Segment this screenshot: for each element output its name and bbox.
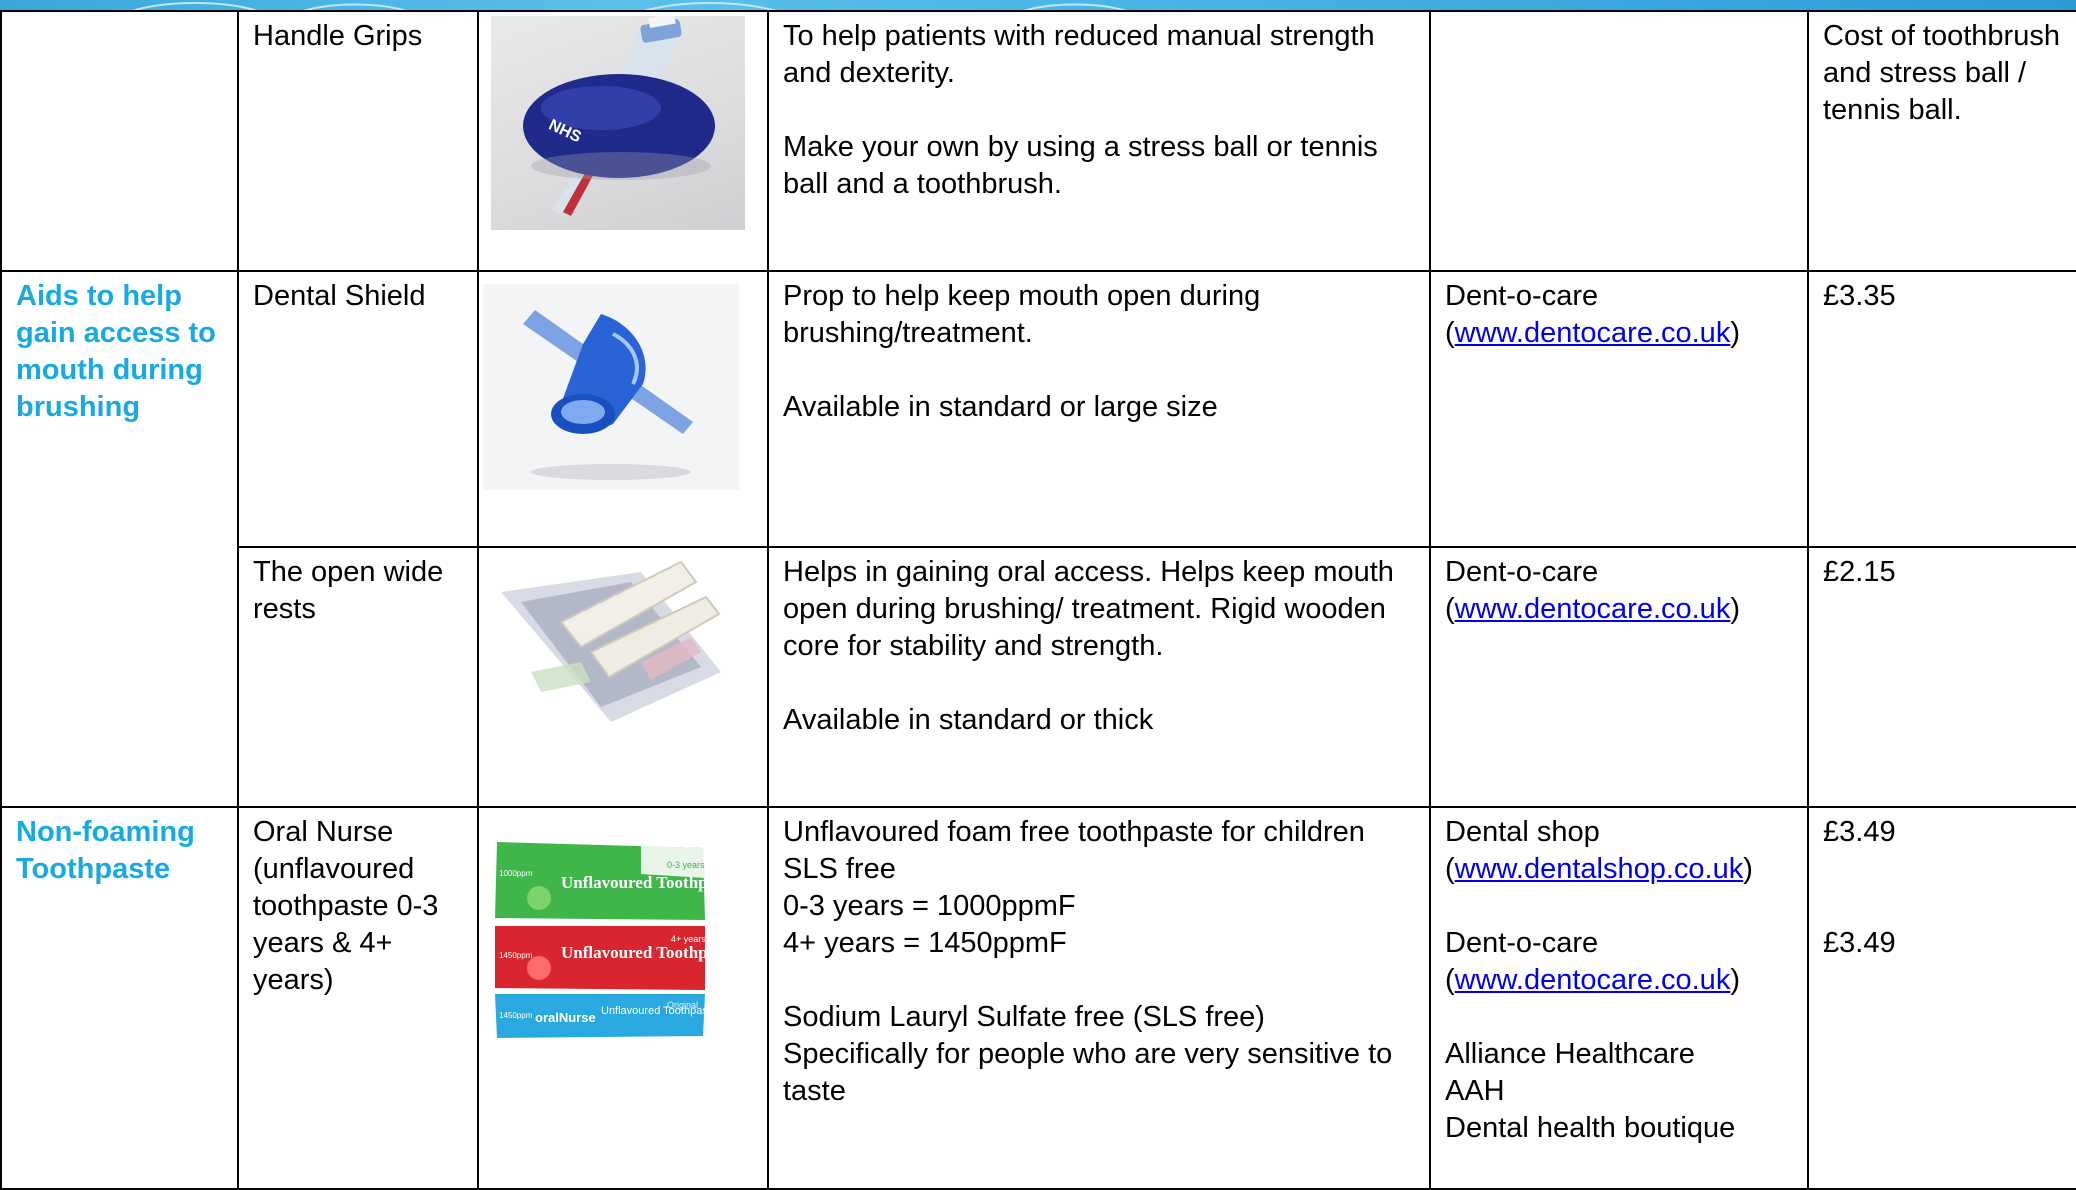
product-cell: Dental Shield bbox=[237, 270, 479, 548]
description-cell: To help patients with reduced manual str… bbox=[767, 10, 1431, 272]
table-row: The open wide rests Helps in gaining ora… bbox=[1, 546, 2076, 808]
category-cell bbox=[0, 10, 239, 272]
product-cell: The open wide rests bbox=[237, 546, 479, 808]
supplier-link[interactable]: www.dentocare.co.uk bbox=[1455, 964, 1731, 996]
description-line: Specifically for people who are very sen… bbox=[783, 1038, 1393, 1107]
image-cell bbox=[477, 270, 769, 548]
description-cell: Helps in gaining oral access. Helps keep… bbox=[767, 546, 1431, 808]
description-line: Prop to help keep mouth open during brus… bbox=[783, 280, 1261, 349]
supplier-url: (www.dentocare.co.uk) bbox=[1445, 593, 1740, 625]
supplier-cell bbox=[1429, 10, 1809, 272]
oral-care-aids-table: Handle Grips NHS To help patients with r… bbox=[0, 10, 2076, 1190]
toothbrush-stress-ball-icon: NHS bbox=[523, 16, 715, 216]
dental-shield-image bbox=[483, 284, 739, 490]
table-row: Non-foaming Toothpaste Oral Nurse (unfla… bbox=[0, 806, 2076, 1190]
supplier-url: (www.dentocare.co.uk) bbox=[1445, 317, 1740, 349]
toothbrush-stress-ball-image: NHS bbox=[491, 16, 745, 230]
cost-value: £3.49 bbox=[1823, 927, 1896, 959]
oral-nurse-toothpaste-image: 1000ppm Unflavoured Toothpaste 0-3 years… bbox=[491, 838, 711, 1042]
dental-shield-icon bbox=[523, 310, 693, 480]
image-cell: NHS bbox=[477, 10, 769, 272]
product-cell: Oral Nurse (unflavoured toothpaste 0-3 y… bbox=[237, 806, 479, 1190]
svg-text:1450ppm: 1450ppm bbox=[499, 1011, 533, 1020]
svg-text:4+ years: 4+ years bbox=[671, 934, 706, 944]
supplier-name: Alliance Healthcare bbox=[1445, 1038, 1695, 1070]
cost-value: Cost of toothbrush and stress ball / ten… bbox=[1823, 20, 2060, 126]
open-wide-rests-image bbox=[491, 552, 735, 728]
description-line: Sodium Lauryl Sulfate free (SLS free) bbox=[783, 1001, 1265, 1033]
supplier-cell: Dent-o-care (www.dentocare.co.uk) bbox=[1429, 270, 1809, 548]
supplier-url: (www.dentalshop.co.uk) bbox=[1445, 853, 1753, 885]
svg-text:1000ppm: 1000ppm bbox=[499, 869, 533, 878]
cost-value: £2.15 bbox=[1823, 556, 1896, 588]
svg-text:0-3 years: 0-3 years bbox=[667, 860, 705, 870]
category-cell: Aids to help gain access to mouth during… bbox=[0, 270, 239, 808]
oral-nurse-toothpaste-icon: 1000ppm Unflavoured Toothpaste 0-3 years… bbox=[495, 842, 711, 1038]
image-cell: 1000ppm Unflavoured Toothpaste 0-3 years… bbox=[477, 806, 769, 1190]
product-name: The open wide rests bbox=[253, 556, 444, 625]
category-cell: Non-foaming Toothpaste bbox=[0, 806, 239, 1190]
supplier-link[interactable]: www.dentocare.co.uk bbox=[1455, 593, 1731, 625]
cost-value: £3.49 bbox=[1823, 816, 1896, 848]
svg-text:Original: Original bbox=[667, 1000, 698, 1010]
supplier-name: Dental shop bbox=[1445, 816, 1600, 848]
product-name: Oral Nurse (unflavoured toothpaste 0-3 y… bbox=[253, 816, 439, 996]
box2-label: Unflavoured Toothpaste bbox=[561, 943, 711, 962]
description-line: Available in standard or thick bbox=[783, 704, 1154, 736]
cost-cell: £3.35 bbox=[1807, 270, 2076, 548]
supplier-name: AAH bbox=[1445, 1075, 1505, 1107]
product-name: Handle Grips bbox=[253, 20, 423, 52]
description-line: 4+ years = 1450ppmF bbox=[783, 927, 1067, 959]
svg-text:oralNurse: oralNurse bbox=[535, 1010, 596, 1025]
description-line: Helps in gaining oral access. Helps keep… bbox=[783, 556, 1394, 662]
image-cell bbox=[477, 546, 769, 808]
table-row: Aids to help gain access to mouth during… bbox=[0, 270, 2076, 808]
supplier-link[interactable]: www.dentocare.co.uk bbox=[1455, 317, 1731, 349]
description-cell: Prop to help keep mouth open during brus… bbox=[767, 270, 1431, 548]
supplier-url: (www.dentocare.co.uk) bbox=[1445, 964, 1740, 996]
cost-cell: Cost of toothbrush and stress ball / ten… bbox=[1807, 10, 2076, 272]
box1-label: Unflavoured Toothpaste bbox=[561, 873, 711, 892]
description-line: 0-3 years = 1000ppmF bbox=[783, 890, 1076, 922]
description-line: SLS free bbox=[783, 853, 896, 885]
product-name: Dental Shield bbox=[253, 280, 426, 312]
cost-cell: £3.49 £3.49 bbox=[1807, 806, 2076, 1190]
supplier-name: Dent-o-care bbox=[1445, 556, 1599, 588]
cost-cell: £2.15 bbox=[1807, 546, 2076, 808]
supplier-name: Dent-o-care bbox=[1445, 927, 1599, 959]
supplier-name: Dental health boutique bbox=[1445, 1112, 1736, 1144]
description-line: Unflavoured foam free toothpaste for chi… bbox=[783, 816, 1365, 848]
supplier-cell: Dent-o-care (www.dentocare.co.uk) bbox=[1429, 546, 1809, 808]
cost-value: £3.35 bbox=[1823, 280, 1896, 312]
category-label: Non-foaming Toothpaste bbox=[16, 816, 195, 885]
svg-text:1450ppm: 1450ppm bbox=[499, 951, 533, 960]
description-line: Make your own by using a stress ball or … bbox=[783, 131, 1378, 200]
description-line: Available in standard or large size bbox=[783, 391, 1218, 423]
category-label: Aids to help gain access to mouth during… bbox=[16, 280, 216, 423]
open-wide-rests-icon bbox=[501, 560, 721, 722]
supplier-cell: Dental shop (www.dentalshop.co.uk) Dent-… bbox=[1429, 806, 1809, 1190]
table-row: Handle Grips NHS To help patients with r… bbox=[0, 10, 2076, 272]
description-cell: Unflavoured foam free toothpaste for chi… bbox=[767, 806, 1431, 1190]
description-line: To help patients with reduced manual str… bbox=[783, 20, 1375, 89]
supplier-name: Dent-o-care bbox=[1445, 280, 1599, 312]
supplier-link[interactable]: www.dentalshop.co.uk bbox=[1455, 853, 1744, 885]
product-cell: Handle Grips bbox=[237, 10, 479, 272]
